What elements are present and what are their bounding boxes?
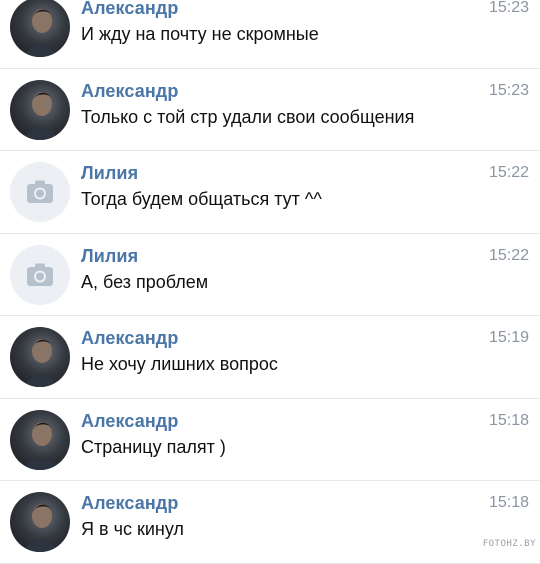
watermark: FOTOHZ.BY bbox=[482, 539, 536, 549]
message-time: 15:23 bbox=[488, 0, 529, 16]
avatar[interactable] bbox=[10, 0, 70, 57]
message-time: 15:18 bbox=[488, 494, 529, 511]
list-item[interactable]: Александр 15:23 Только с той стр удали с… bbox=[0, 69, 540, 151]
camera-icon bbox=[27, 263, 53, 286]
avatar[interactable] bbox=[10, 409, 70, 470]
message-time: 15:19 bbox=[488, 329, 529, 346]
list-item[interactable]: Лилия 15:22 А, без проблем bbox=[0, 234, 540, 316]
sender-name[interactable]: Александр bbox=[81, 328, 178, 349]
avatar[interactable] bbox=[10, 327, 70, 387]
message-time: 15:22 bbox=[488, 164, 529, 181]
sender-name[interactable]: Лилия bbox=[81, 246, 138, 267]
message-text: Не хочу лишних вопрос bbox=[81, 354, 278, 374]
sender-name[interactable]: Александр bbox=[81, 0, 178, 19]
avatar[interactable] bbox=[10, 79, 70, 140]
message-list: Александр 15:23 И жду на почту не скромн… bbox=[0, 0, 540, 564]
message-text: А, без проблем bbox=[81, 271, 209, 292]
message-text: Только с той стр удали свои сообщения bbox=[81, 106, 415, 127]
list-item[interactable]: Александр 15:18 Страницу палят ) bbox=[0, 399, 540, 481]
avatar[interactable] bbox=[10, 244, 70, 305]
sender-name[interactable]: Александр bbox=[81, 493, 178, 514]
message-text: Я в чс кинул bbox=[81, 519, 184, 539]
message-time: 15:23 bbox=[488, 81, 529, 99]
message-text: Страницу палят ) bbox=[81, 436, 226, 457]
message-time: 15:18 bbox=[488, 411, 529, 429]
list-item[interactable]: Александр 15:19 Не хочу лишних вопрос bbox=[0, 316, 540, 399]
list-item[interactable]: Александр 15:18 Я в чс кинул bbox=[0, 481, 540, 564]
avatar[interactable] bbox=[10, 492, 70, 552]
sender-name[interactable]: Александр bbox=[81, 411, 178, 432]
message-time: 15:22 bbox=[488, 246, 529, 264]
avatar[interactable] bbox=[10, 162, 70, 222]
sender-name[interactable]: Александр bbox=[81, 81, 178, 102]
list-item[interactable]: Лилия 15:22 Тогда будем общаться тут ^^ bbox=[0, 151, 540, 234]
camera-icon bbox=[27, 180, 53, 203]
message-text: Тогда будем общаться тут ^^ bbox=[81, 189, 322, 209]
message-text: И жду на почту не скромные bbox=[81, 24, 319, 44]
list-item[interactable]: Александр 15:23 И жду на почту не скромн… bbox=[0, 0, 540, 69]
sender-name[interactable]: Лилия bbox=[81, 163, 138, 184]
